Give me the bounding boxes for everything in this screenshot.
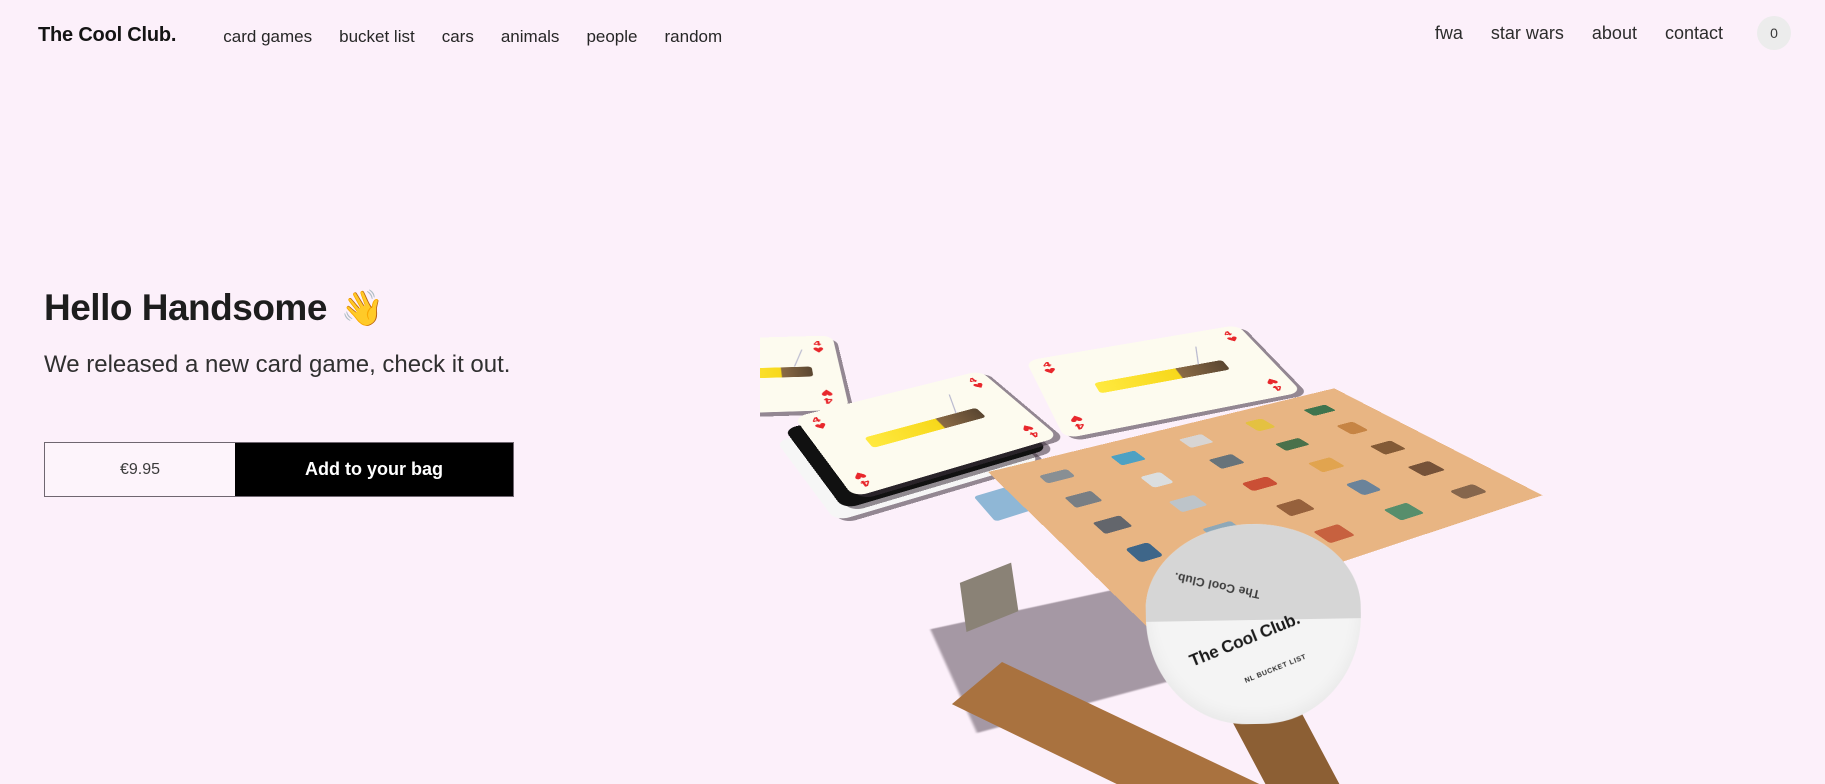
- buy-bar: €9.95 Add to your bag: [44, 442, 514, 497]
- box-sticker-icon: [1168, 494, 1209, 513]
- card-suit-icon: ♥: [1224, 334, 1242, 344]
- nav-item-star-wars[interactable]: star wars: [1491, 23, 1564, 44]
- box-sticker-icon: [1110, 450, 1147, 466]
- card-pip: 4 ♥: [849, 468, 874, 488]
- box-sticker-icon: [1178, 433, 1214, 448]
- box-sticker-icon: [1448, 483, 1488, 500]
- box-sticker-icon: [1369, 440, 1407, 455]
- card-suit-icon: ♥: [970, 381, 989, 391]
- card-pip: 4 ♥: [811, 340, 826, 355]
- box-sticker-icon: [1208, 453, 1245, 469]
- card-pip: 4 ♥: [1040, 361, 1060, 377]
- nav-item-about[interactable]: about: [1592, 23, 1637, 44]
- primary-nav: card games bucket list cars animals peop…: [223, 27, 722, 47]
- nav-item-people[interactable]: people: [586, 27, 637, 47]
- box-sticker-icon: [1407, 460, 1446, 477]
- nav-item-animals[interactable]: animals: [501, 27, 560, 47]
- card-pip: 4 ♥: [1016, 422, 1043, 438]
- box-sticker-icon: [1140, 471, 1175, 488]
- card-suit-icon: ♥: [812, 421, 831, 433]
- box-sticker-icon: [1274, 437, 1310, 451]
- box-sticker-icon: [1243, 418, 1276, 432]
- box-sticker-icon: [1344, 479, 1382, 496]
- price-display[interactable]: €9.95: [45, 443, 235, 496]
- box-end-face: [959, 562, 1019, 632]
- nav-item-cars[interactable]: cars: [442, 27, 474, 47]
- cart-badge[interactable]: 0: [1757, 16, 1791, 50]
- add-to-bag-button[interactable]: Add to your bag: [235, 443, 513, 496]
- card-illustration: [760, 366, 813, 380]
- nav-item-bucket-list[interactable]: bucket list: [339, 27, 415, 47]
- nav-item-contact[interactable]: contact: [1665, 23, 1723, 44]
- card-suit-icon: ♥: [819, 387, 835, 398]
- box-sticker-icon: [1038, 468, 1075, 484]
- brand-logo[interactable]: The Cool Club.: [38, 24, 176, 47]
- card-illustration: [1093, 359, 1231, 394]
- box-sticker-icon: [1336, 421, 1369, 435]
- box-sticker-icon: [1240, 475, 1279, 492]
- card-illustration: [864, 407, 987, 449]
- card-pip: 4 ♥: [966, 377, 989, 391]
- card-suit-icon: ♥: [1016, 422, 1037, 434]
- box-sticker-icon: [1275, 498, 1316, 517]
- box-sticker-icon: [1302, 404, 1336, 416]
- box-sticker-icon: [1092, 515, 1133, 535]
- nav-item-card-games[interactable]: card games: [223, 27, 312, 47]
- card-suit-icon: ♥: [1261, 375, 1282, 387]
- card-pip: 4 ♥: [1220, 331, 1242, 344]
- nav-item-fwa[interactable]: fwa: [1435, 23, 1463, 44]
- waving-hand-icon: 👋: [340, 288, 385, 328]
- product-box: The Cool Club. The Cool Club. NL BUCKET …: [951, 388, 1543, 784]
- hero-title-text: Hello Handsome: [44, 287, 327, 328]
- card-suit-icon: ♥: [849, 468, 870, 482]
- card-pip: 4 ♥: [809, 416, 831, 433]
- card-pip: 4 ♥: [1261, 375, 1286, 392]
- secondary-nav: fwa star wars about contact 0: [1435, 16, 1791, 50]
- playing-card: 4 ♥ 4 ♥ 4 ♥ 4 ♥: [760, 335, 850, 415]
- card-suit-icon: ♥: [1066, 412, 1085, 425]
- card-pip: 4 ♥: [819, 387, 836, 405]
- page-title: Hello Handsome 👋: [44, 287, 664, 329]
- box-sticker-icon: [1307, 457, 1345, 473]
- hero-section: Hello Handsome 👋 We released a new card …: [44, 287, 664, 379]
- site-header: The Cool Club. card games bucket list ca…: [0, 0, 1825, 70]
- box-lid-subtitle: NL BUCKET LIST: [1243, 653, 1308, 685]
- card-suit-icon: ♥: [811, 345, 826, 355]
- product-illustration: 4 ♥ 4 ♥ 4 ♥ 4 ♥ 4 ♥ 4 ♥ 4 ♥ 4 ♥ 4 ♥ 4 ♥ …: [760, 300, 1825, 784]
- box-sticker-icon: [1383, 502, 1424, 521]
- card-pip: 4 ♥: [1066, 412, 1088, 430]
- nav-item-random[interactable]: random: [665, 27, 723, 47]
- box-lid: The Cool Club. The Cool Club. NL BUCKET …: [1144, 522, 1363, 726]
- box-sticker-icon: [1064, 490, 1103, 509]
- card-suit-icon: ♥: [1042, 366, 1060, 377]
- hero-subtitle: We released a new card game, check it ou…: [44, 351, 511, 378]
